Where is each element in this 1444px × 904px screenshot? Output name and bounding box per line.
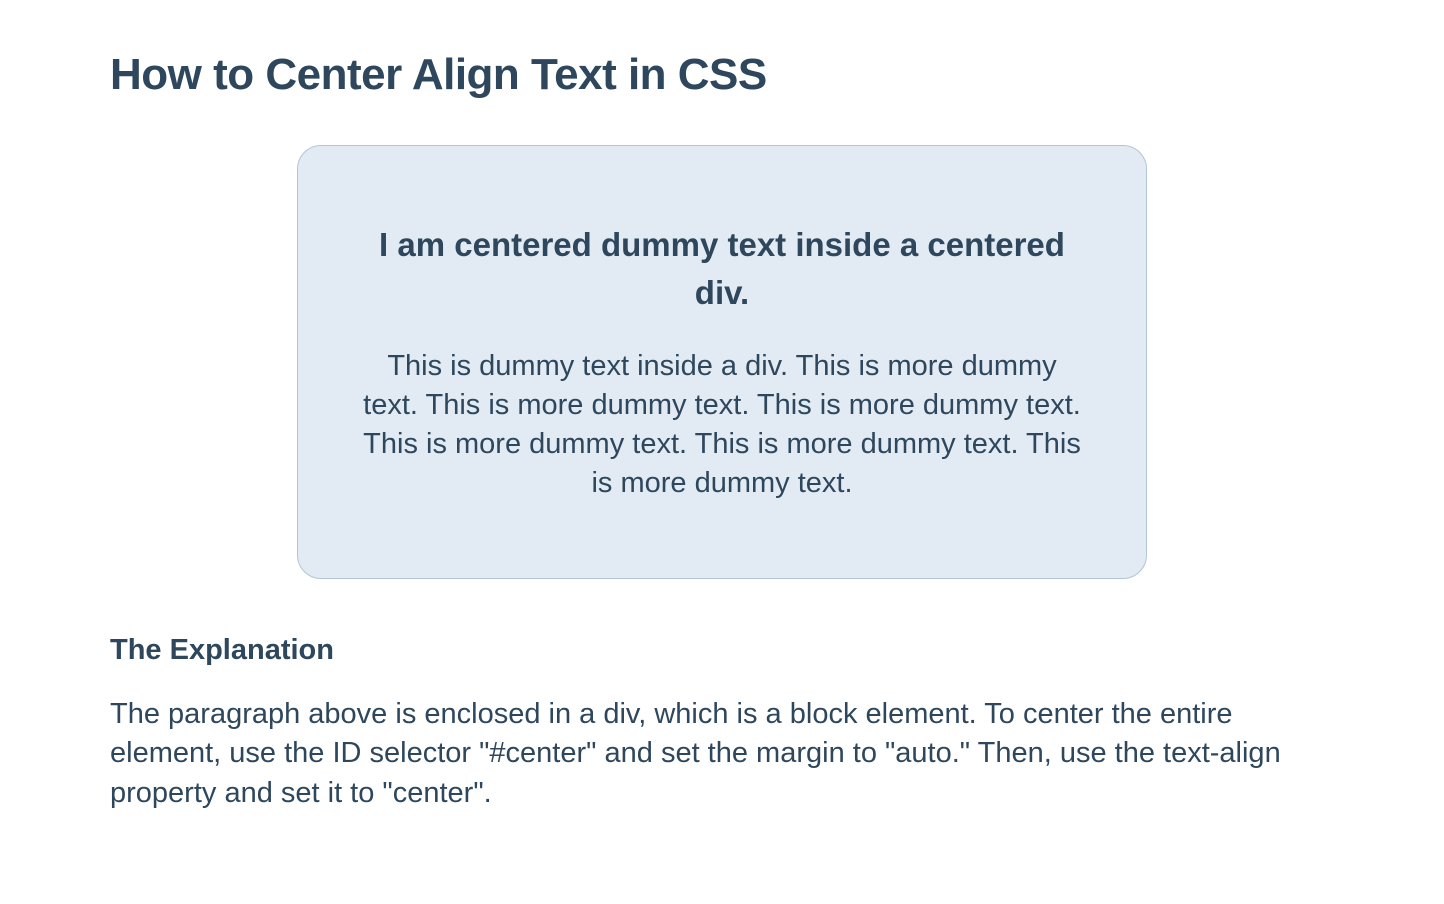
explanation-body: The paragraph above is enclosed in a div… <box>110 695 1334 812</box>
centered-demo-box: I am centered dummy text inside a center… <box>297 145 1147 579</box>
box-body-text: This is dummy text inside a div. This is… <box>358 347 1086 504</box>
page-title: How to Center Align Text in CSS <box>110 50 1334 100</box>
explanation-heading: The Explanation <box>110 634 1334 667</box>
box-heading: I am centered dummy text inside a center… <box>358 221 1086 317</box>
